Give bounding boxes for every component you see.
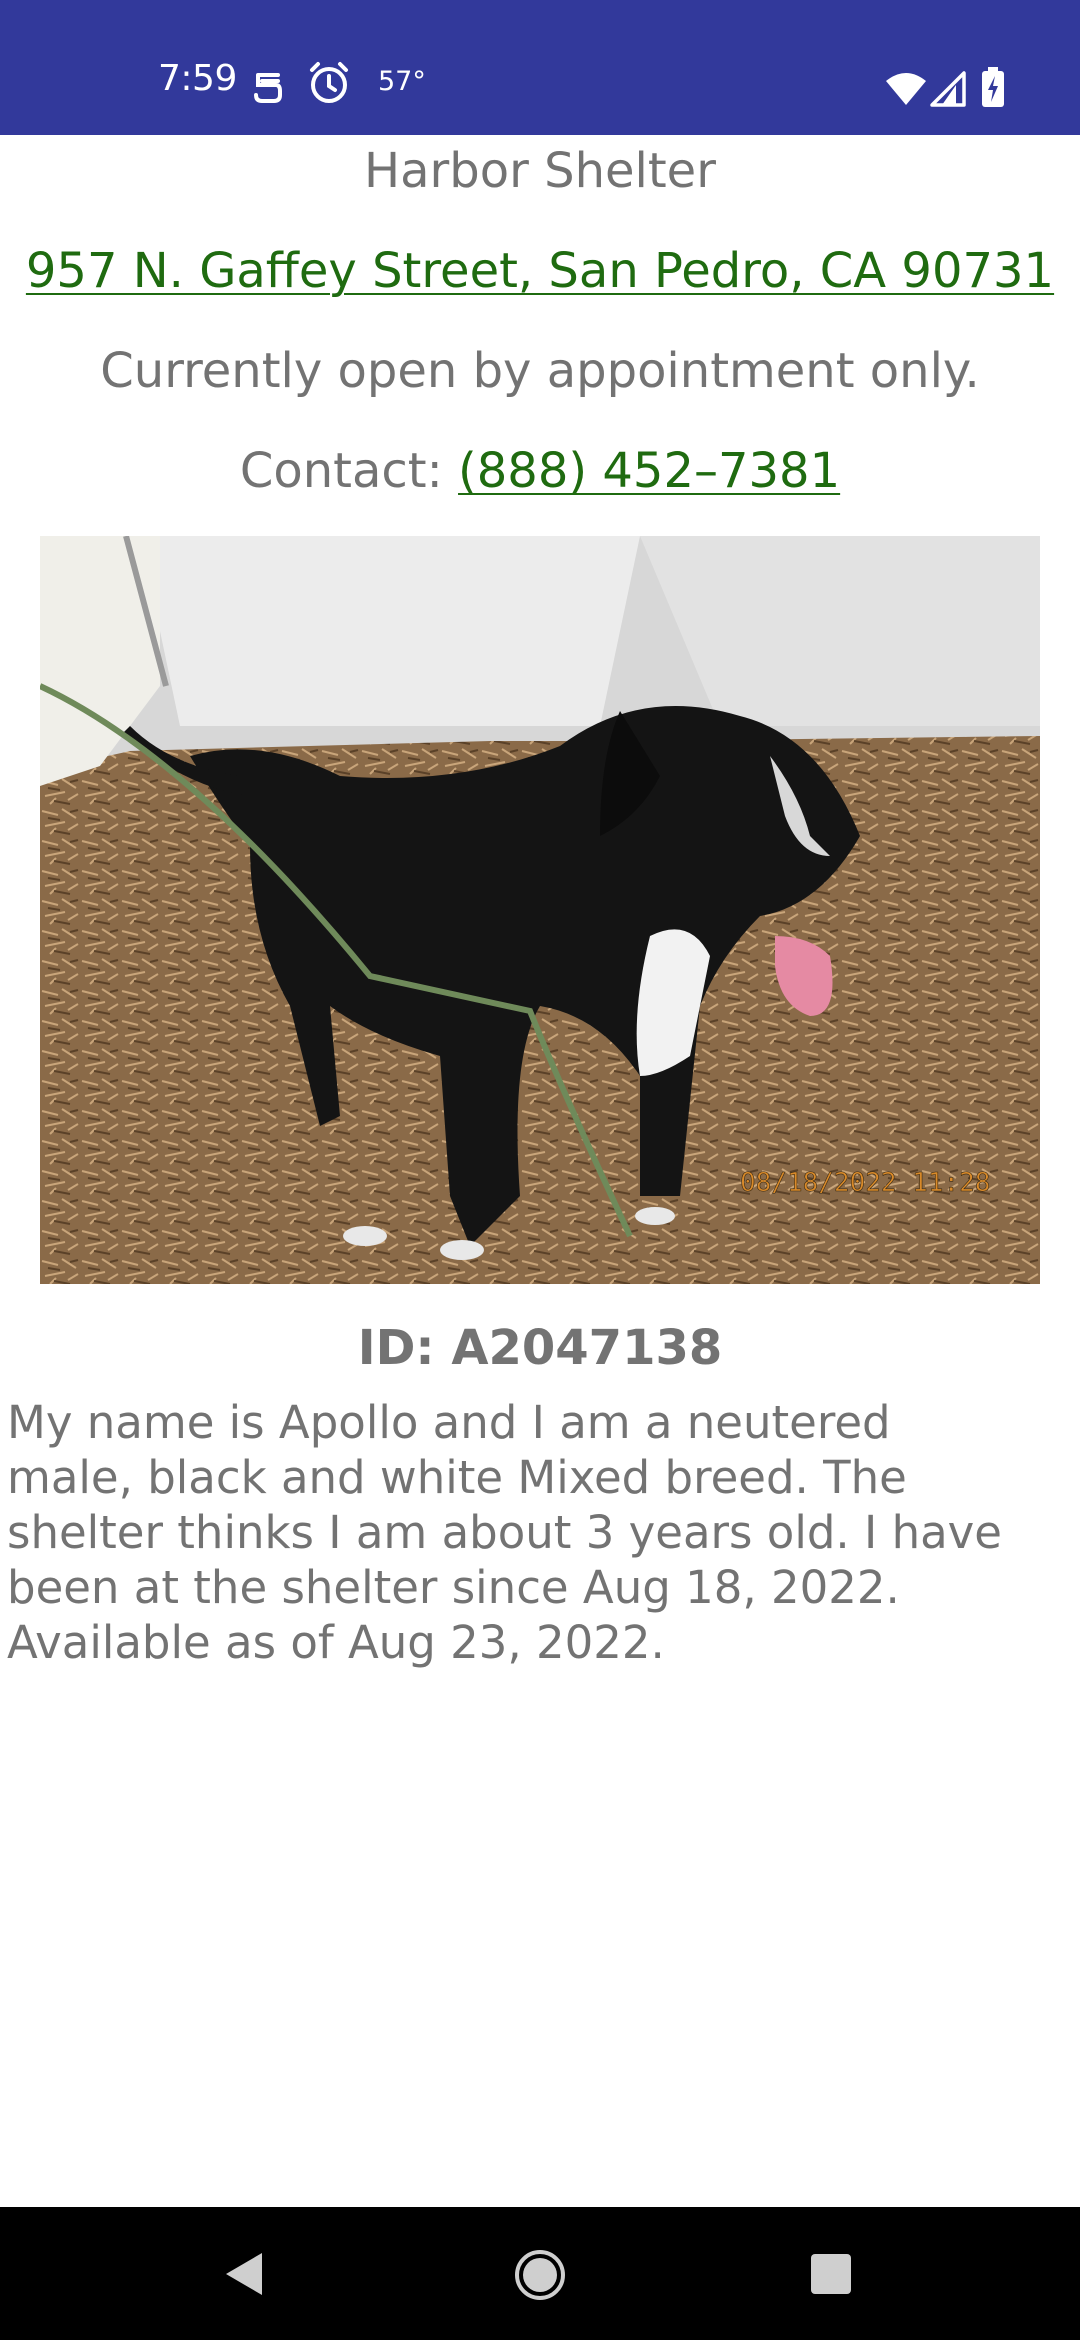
contact-label: Contact: — [239, 443, 459, 499]
badge-icon — [254, 73, 282, 103]
temperature: 57° — [378, 66, 426, 97]
phone-link[interactable]: (888) 452–7381 — [458, 443, 840, 499]
back-icon[interactable] — [222, 2251, 266, 2297]
status-bar: 7:59 57° — [0, 0, 1080, 135]
animal-photo: 08/18/2022 11:28 — [40, 536, 1040, 1284]
contact-row: Contact: (888) 452–7381 — [0, 443, 1080, 499]
battery-charging-icon — [982, 67, 1004, 107]
animal-description: My name is Apollo and I am a neutered ma… — [7, 1396, 1002, 1669]
wifi-icon — [886, 73, 926, 105]
recents-icon[interactable] — [810, 2253, 852, 2295]
photo-timestamp: 08/18/2022 11:28 — [740, 1168, 990, 1198]
shelter-name: Harbor Shelter — [364, 143, 716, 199]
shelter-address-row: 957 N. Gaffey Street, San Pedro, CA 9073… — [0, 243, 1080, 299]
cell-signal-icon — [930, 71, 966, 107]
animal-id: ID: A2047138 — [357, 1320, 723, 1376]
home-icon[interactable] — [514, 2249, 566, 2301]
navigation-bar — [0, 2207, 1080, 2340]
hours-note: Currently open by appointment only. — [100, 343, 980, 399]
address-link[interactable]: 957 N. Gaffey Street, San Pedro, CA 9073… — [26, 243, 1054, 299]
alarm-icon — [310, 62, 348, 103]
status-time: 7:59 — [158, 58, 237, 99]
